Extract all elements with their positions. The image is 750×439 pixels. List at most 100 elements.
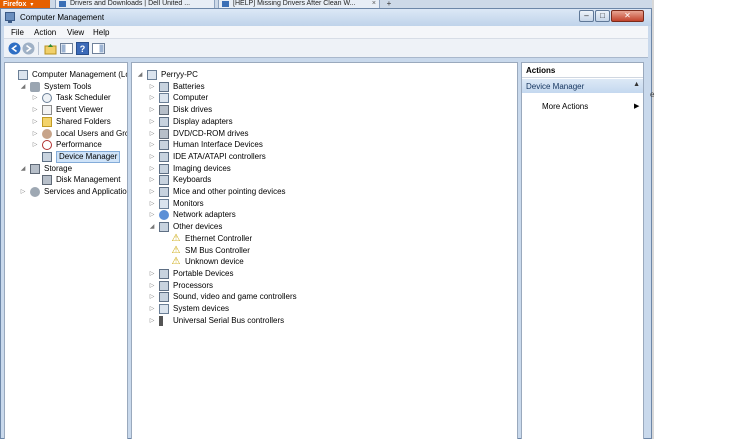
hid-icon (159, 140, 169, 151)
expand-arrow-icon[interactable]: ▷ (19, 186, 27, 198)
processor-icon (159, 280, 169, 291)
tree-node-label: Performance (56, 140, 102, 150)
tree-node-label: System devices (173, 304, 230, 313)
expand-arrow-icon[interactable]: ▷ (148, 315, 156, 327)
background-window (652, 0, 750, 439)
show-hide-action-pane-icon[interactable] (92, 42, 105, 55)
expand-arrow-icon[interactable]: ▷ (148, 291, 156, 303)
ide-controller-icon (159, 151, 169, 162)
close-icon[interactable]: × (372, 0, 376, 8)
show-hide-tree-icon[interactable] (60, 42, 73, 55)
expand-arrow-icon[interactable]: ▷ (31, 128, 39, 140)
collapse-arrow-icon[interactable]: ◢ (19, 81, 27, 93)
background-text: e (650, 90, 655, 99)
expand-arrow-icon[interactable]: ▷ (148, 104, 156, 116)
disk-management-icon (42, 175, 52, 186)
expand-arrow-icon[interactable]: ▷ (148, 151, 156, 163)
expand-arrow-icon[interactable]: ▷ (148, 186, 156, 198)
help-icon[interactable]: ? (76, 42, 89, 55)
expand-arrow-icon[interactable]: ▷ (148, 128, 156, 140)
expand-arrow-icon[interactable]: ▷ (148, 92, 156, 104)
collapse-up-icon[interactable]: ▲ (633, 81, 640, 88)
toolbar-separator (38, 42, 39, 55)
imaging-device-icon (159, 163, 169, 174)
browser-tab-title: Drivers and Downloads | Dell United ... (70, 0, 191, 7)
close-button[interactable]: ✕ (611, 10, 644, 22)
actions-header: Actions (522, 63, 643, 78)
shared-folders-icon (42, 116, 52, 127)
device-manager-icon (42, 151, 52, 162)
services-icon (30, 187, 40, 197)
expand-arrow-icon[interactable]: ▷ (148, 198, 156, 210)
computer-management-icon (18, 70, 28, 80)
tree-node-label: Perryy-PC (161, 70, 198, 79)
other-devices-icon (159, 222, 169, 233)
tree-node-label: DVD/CD-ROM drives (173, 128, 249, 138)
actions-pane: Actions Device Manager ▲ More Actions ▶ (521, 62, 644, 439)
expand-arrow-icon[interactable]: ▷ (31, 104, 39, 116)
back-arrow-icon[interactable] (8, 42, 21, 55)
system-tools-icon (30, 81, 40, 92)
expand-arrow-icon[interactable]: ▷ (148, 81, 156, 93)
forward-arrow-icon[interactable] (22, 42, 35, 55)
expand-arrow-icon[interactable]: ▷ (148, 174, 156, 186)
navigation-tree-pane: Computer Management (Local ◢ System Tools ▷… (4, 62, 128, 439)
mouse-icon (159, 187, 169, 197)
collapse-arrow-icon[interactable]: ◢ (148, 221, 156, 233)
disk-drive-icon (159, 105, 169, 116)
expand-arrow-icon[interactable]: ▷ (148, 303, 156, 315)
expand-arrow-icon[interactable]: ▷ (148, 209, 156, 221)
menu-help[interactable]: Help (93, 28, 109, 37)
system-device-icon (159, 304, 169, 314)
tree-node-label: System Tools (44, 81, 92, 91)
menu-file[interactable]: File (11, 28, 24, 37)
tree-node-label: Processors (173, 280, 214, 290)
tree-node-label: Ethernet Controller (185, 233, 253, 243)
submenu-arrow-icon: ▶ (634, 103, 640, 110)
tree-node-label: Network adapters (173, 210, 236, 220)
tree-node-label: Universal Serial Bus controllers (173, 315, 285, 325)
menu-action[interactable]: Action (34, 28, 56, 37)
event-viewer-icon (42, 105, 52, 116)
expand-arrow-icon[interactable]: ▷ (31, 92, 39, 104)
network-adapter-icon (159, 210, 169, 221)
storage-icon (30, 163, 40, 174)
tree-node-label: Event Viewer (56, 105, 103, 115)
minimize-button[interactable]: – (579, 10, 594, 22)
title-bar[interactable]: Computer Management – □ ✕ (1, 9, 651, 26)
expand-arrow-icon[interactable]: ▷ (31, 116, 39, 128)
tree-node-label: Portable Devices (173, 268, 234, 278)
up-folder-icon[interactable] (44, 42, 57, 55)
monitor-icon (159, 198, 169, 209)
dvd-drive-icon (159, 128, 169, 139)
local-users-icon (42, 128, 52, 139)
maximize-button[interactable]: □ (595, 10, 610, 22)
tree-node-label: Disk Management (56, 175, 121, 185)
display-adapter-icon (159, 116, 169, 127)
expand-arrow-icon[interactable]: ▷ (148, 116, 156, 128)
firefox-label: Firefox (3, 1, 27, 8)
expand-arrow-icon[interactable]: ▷ (148, 139, 156, 151)
expand-arrow-icon[interactable]: ▷ (148, 268, 156, 280)
sound-icon (159, 292, 169, 303)
tree-node-label: Device Manager (56, 150, 121, 163)
computer-management-window: Computer Management – □ ✕ File Action Vi… (0, 8, 652, 439)
tree-node-label: Task Scheduler (56, 93, 111, 103)
expand-arrow-icon[interactable]: ▷ (148, 280, 156, 292)
tree-node-label: Shared Folders (56, 116, 111, 126)
menu-view[interactable]: View (67, 28, 84, 37)
performance-icon (42, 140, 52, 151)
battery-icon (159, 81, 169, 92)
more-actions-link[interactable]: More Actions (542, 102, 588, 111)
tree-node-label: Batteries (173, 81, 205, 91)
tree-node-label: Services and Applications (44, 187, 128, 196)
keyboard-icon (159, 175, 169, 186)
tree-node-label: Unknown device (185, 257, 244, 267)
collapse-arrow-icon[interactable]: ◢ (19, 163, 27, 175)
dell-favicon-icon (59, 1, 66, 7)
expand-arrow-icon[interactable]: ▷ (31, 139, 39, 151)
collapse-arrow-icon[interactable]: ◢ (136, 69, 144, 81)
expand-arrow-icon[interactable]: ▷ (148, 163, 156, 175)
actions-section-device-manager[interactable]: Device Manager ▲ (522, 79, 643, 93)
usb-icon (159, 315, 163, 326)
